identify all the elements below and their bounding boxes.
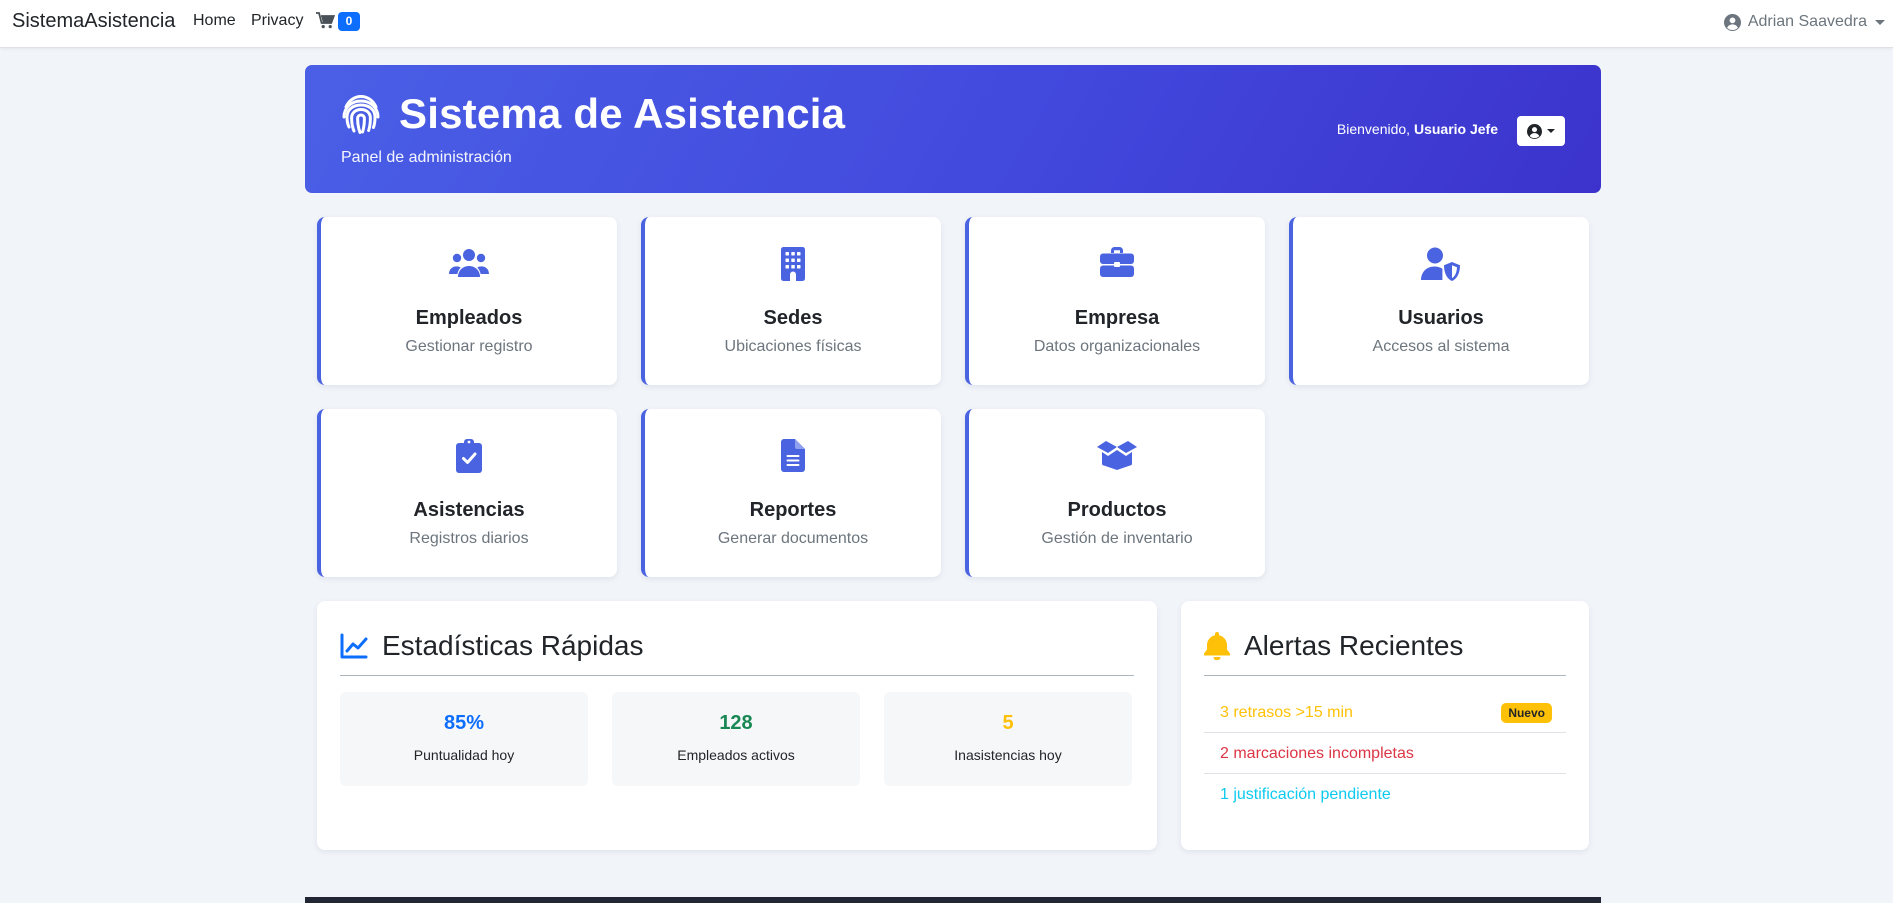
alerts-panel: Alertas Recientes 3 retrasos >15 min Nue… [1181,601,1589,850]
welcome-user: Usuario Jefe [1413,121,1498,137]
stat-card-empleados-activos: 128 Empleados activos [612,692,860,786]
user-menu-dropdown[interactable]: Adrian Saavedra [1723,11,1885,33]
alerts-header: Alertas Recientes [1204,626,1463,666]
building-icon [781,247,805,281]
cart-icon [316,12,335,29]
module-subtitle: Datos organizacionales [1033,338,1201,355]
module-card-reportes[interactable]: Reportes Generar documentos [641,409,941,577]
stats-header: Estadísticas Rápidas [340,626,643,666]
clipboard-check-icon [456,439,482,473]
chart-line-icon [340,633,368,659]
module-subtitle: Registros diarios [409,530,529,547]
page-subtitle: Panel de administración [341,149,512,166]
module-title: Productos [1067,499,1167,521]
stats-title: Estadísticas Rápidas [382,630,644,661]
welcome-prefix: Bienvenido, [1336,121,1411,137]
stat-card-puntualidad: 85% Puntualidad hoy [340,692,588,786]
bell-icon [1204,632,1230,660]
new-badge: Nuevo [1501,703,1552,723]
alert-text: 3 retrasos >15 min [1220,704,1353,721]
alert-item[interactable]: 3 retrasos >15 min Nuevo [1204,692,1566,733]
module-title: Asistencias [413,499,525,521]
stats-panel: Estadísticas Rápidas 85% Puntualidad hoy… [317,601,1157,850]
chevron-down-icon [1875,19,1885,25]
module-subtitle: Accesos al sistema [1372,338,1510,355]
module-title: Reportes [749,499,837,521]
module-card-usuarios[interactable]: Usuarios Accesos al sistema [1289,217,1589,385]
alert-text: 2 marcaciones incompletas [1220,745,1414,762]
alerts-title: Alertas Recientes [1244,630,1464,661]
module-title: Sedes [763,307,823,329]
module-title: Empresa [1074,307,1160,329]
stat-value: 85% [443,712,485,734]
user-name: Adrian Saavedra [1747,13,1867,30]
page-title: Sistema de Asistencia [399,90,846,137]
file-icon [781,439,805,472]
module-card-productos[interactable]: Productos Gestión de inventario [965,409,1265,577]
briefcase-icon [1100,247,1134,277]
chevron-down-icon [1547,129,1555,133]
dashboard-header: Sistema de Asistencia Panel de administr… [305,65,1601,193]
stat-label: Empleados activos [677,747,795,763]
stat-card-inasistencias: 5 Inasistencias hoy [884,692,1132,786]
alert-item[interactable]: 1 justificación pendiente [1204,774,1566,815]
alert-item[interactable]: 2 marcaciones incompletas [1204,733,1566,774]
users-icon [449,249,489,277]
top-navbar: SistemaAsistencia Home Privacy 0 Adrian … [0,0,1893,48]
stat-value: 128 [719,712,753,734]
alert-text: 1 justificación pendiente [1220,786,1391,803]
module-title: Usuarios [1398,307,1484,329]
welcome-message: Bienvenido, Usuario Jefe [1337,121,1498,137]
module-card-sedes[interactable]: Sedes Ubicaciones físicas [641,217,941,385]
stat-label: Inasistencias hoy [954,747,1062,763]
stat-label: Puntualidad hoy [413,747,515,763]
nav-privacy-link[interactable]: Privacy [251,12,303,30]
module-card-empleados[interactable]: Empleados Gestionar registro [317,217,617,385]
user-circle-icon [1527,123,1542,139]
cart-link[interactable]: 0 [316,11,362,33]
user-circle-icon [1723,13,1741,31]
account-dropdown-button[interactable] [1517,116,1565,146]
stat-value: 5 [1002,712,1014,734]
module-subtitle: Gestionar registro [405,338,533,355]
fingerprint-icon [342,94,380,134]
user-shield-icon [1421,247,1460,281]
module-subtitle: Gestión de inventario [1041,530,1193,547]
module-card-asistencias[interactable]: Asistencias Registros diarios [317,409,617,577]
module-title: Empleados [415,307,523,329]
footer-bar [305,897,1601,903]
module-card-empresa[interactable]: Empresa Datos organizacionales [965,217,1265,385]
box-open-icon [1097,441,1137,470]
module-subtitle: Generar documentos [717,530,869,547]
divider [340,675,1134,676]
brand-link[interactable]: SistemaAsistencia [12,10,175,33]
divider [1204,675,1566,676]
nav-home-link[interactable]: Home [193,12,236,30]
module-subtitle: Ubicaciones físicas [724,338,862,355]
cart-count-badge: 0 [338,12,360,31]
